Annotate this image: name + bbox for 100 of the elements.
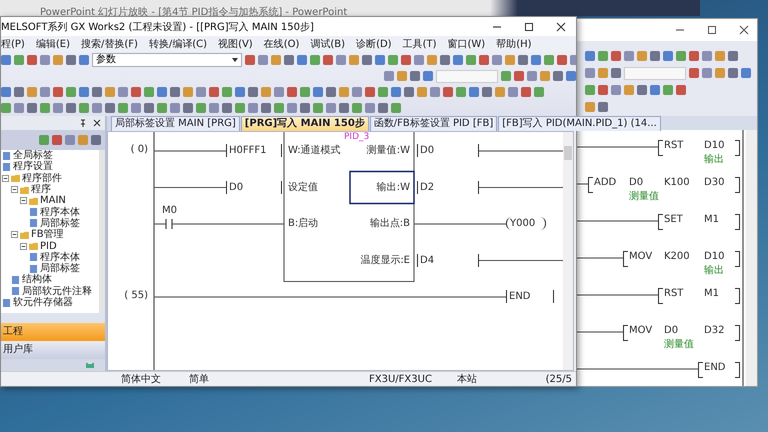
step-number: ( 0) <box>130 144 148 155</box>
toolbar-field[interactable] <box>436 70 498 82</box>
bracket-icon <box>623 325 628 341</box>
instruction: ADD <box>594 177 616 188</box>
block-name: PID_3 <box>344 132 370 142</box>
bracket-icon <box>658 214 663 230</box>
bracket-icon <box>735 362 740 378</box>
input-label: W:通道模式 <box>288 144 341 157</box>
menu-item[interactable]: 在线(O) <box>264 37 300 51</box>
document-tab[interactable]: 局部标签设置 MAIN [PRG] <box>111 116 240 131</box>
document-tab[interactable]: [FB]写入 PID(MAIN.PID_1) (14... <box>498 116 661 131</box>
instruction: RST <box>664 140 684 151</box>
device-operand: D0 <box>664 325 678 336</box>
collapse-icon[interactable] <box>20 242 27 250</box>
operand: D0 <box>226 180 282 194</box>
menu-item[interactable]: 窗口(W) <box>448 37 486 51</box>
output-label: 输出点:B <box>370 217 410 230</box>
device-operand: M1 <box>704 214 719 225</box>
menu-item[interactable]: 诊断(D) <box>356 37 392 51</box>
menu-item[interactable]: 帮助(H) <box>496 37 532 51</box>
instruction: MOV <box>629 251 652 262</box>
maximize-icon[interactable] <box>524 22 534 32</box>
search-combo[interactable]: 参数 <box>92 53 242 67</box>
bracket-icon <box>588 177 593 193</box>
instruction: SET <box>664 214 683 225</box>
contact-icon <box>166 218 172 230</box>
tree-item[interactable]: 程序本体 <box>40 206 80 218</box>
tree-item[interactable]: 结构体 <box>22 274 52 286</box>
bracket-icon <box>735 325 740 341</box>
status-text: 简体中文 <box>121 372 161 386</box>
menu-item[interactable]: 搜索/替换(F) <box>80 37 138 51</box>
output-label: 测量值:W <box>366 144 410 157</box>
toolbar-field[interactable] <box>624 66 686 80</box>
close-icon[interactable] <box>556 22 566 32</box>
device-comment: 输出 <box>704 264 724 277</box>
tree-item[interactable]: 程序设置 <box>13 161 53 172</box>
maximize-icon[interactable] <box>707 25 717 35</box>
device-operand: D30 <box>704 177 724 188</box>
tree-item[interactable]: PID <box>40 240 57 252</box>
menu-item[interactable]: 工具(T) <box>402 37 437 51</box>
scrollbar[interactable] <box>563 132 573 370</box>
scrollbar[interactable] <box>746 130 757 386</box>
collapse-icon[interactable] <box>20 197 27 204</box>
bracket-icon <box>735 140 740 156</box>
tree-item[interactable]: 软元件存储器 <box>13 297 73 308</box>
tree-item[interactable]: FB管理 <box>31 229 64 240</box>
tree-item[interactable]: 全局标签 <box>13 150 53 162</box>
menu-item[interactable]: 转换/编译(C) <box>148 37 208 51</box>
status-text: 本站 <box>456 372 477 386</box>
tree-item[interactable]: 局部软元件注释 <box>22 286 92 297</box>
collapse-icon[interactable] <box>2 174 9 182</box>
device-operand: K200 <box>664 251 690 262</box>
output-label: 温度显示:E <box>360 254 410 266</box>
menu-item[interactable]: 程(P) <box>1 37 25 51</box>
output-label: 输出:W <box>376 180 410 194</box>
document-tab[interactable]: [PRG]写入 MAIN 150步 <box>240 116 369 131</box>
bracket-icon <box>623 251 628 267</box>
tree-item[interactable]: 局部标签 <box>40 218 80 229</box>
status-text: 简单 <box>189 372 209 386</box>
pin-icon[interactable] <box>79 119 87 127</box>
tree-item[interactable]: 局部标签 <box>40 263 80 274</box>
device-operand: K100 <box>664 177 690 188</box>
operand: D4 <box>417 254 479 266</box>
operand: D0 <box>417 144 479 157</box>
bracket-icon <box>698 362 703 378</box>
document-tab[interactable]: 函数/FB标签设置 PID [FB] <box>370 116 498 131</box>
bracket-icon <box>658 140 663 156</box>
tree-item[interactable]: 程序部件 <box>22 172 62 184</box>
collapse-icon[interactable] <box>11 186 18 194</box>
bracket-icon <box>735 177 740 193</box>
printer-icon[interactable] <box>85 360 95 370</box>
status-text: (25/5 <box>546 374 572 384</box>
dropdown-arrow-icon <box>232 58 238 62</box>
status-text: FX3U/FX3UC <box>369 374 432 384</box>
bracket-icon <box>735 214 740 230</box>
close-icon[interactable] <box>93 119 101 127</box>
bracket-icon <box>735 251 740 267</box>
menu-item[interactable]: 视图(V) <box>218 37 253 51</box>
ladder-cursor <box>349 170 415 204</box>
tree-item[interactable]: 程序 <box>31 184 51 196</box>
navigator-section-button[interactable]: 用户库 <box>1 341 105 359</box>
input-label: B:启动 <box>288 217 318 230</box>
device-operand: D32 <box>704 325 724 336</box>
device-comment: 测量值 <box>664 338 694 351</box>
device-operand: D10 <box>704 140 724 151</box>
device-operand: M1 <box>704 288 719 299</box>
device-comment: 测量值 <box>629 190 659 203</box>
menu-item[interactable]: 编辑(E) <box>36 37 70 51</box>
navigator-section-button[interactable]: 工程 <box>1 323 105 341</box>
device-comment: 输出 <box>704 152 724 166</box>
tree-item[interactable]: MAIN <box>40 195 66 206</box>
device-operand: D0 <box>629 177 644 188</box>
tree-item[interactable]: 程序本体 <box>40 252 80 263</box>
menu-item[interactable]: 调试(B) <box>310 37 346 51</box>
scrollbar[interactable] <box>99 150 105 313</box>
instruction: END <box>704 362 726 373</box>
bracket-icon <box>658 288 663 304</box>
close-icon[interactable] <box>739 25 749 35</box>
collapse-icon[interactable] <box>11 231 18 238</box>
operand: H0FFF1 <box>226 144 282 157</box>
